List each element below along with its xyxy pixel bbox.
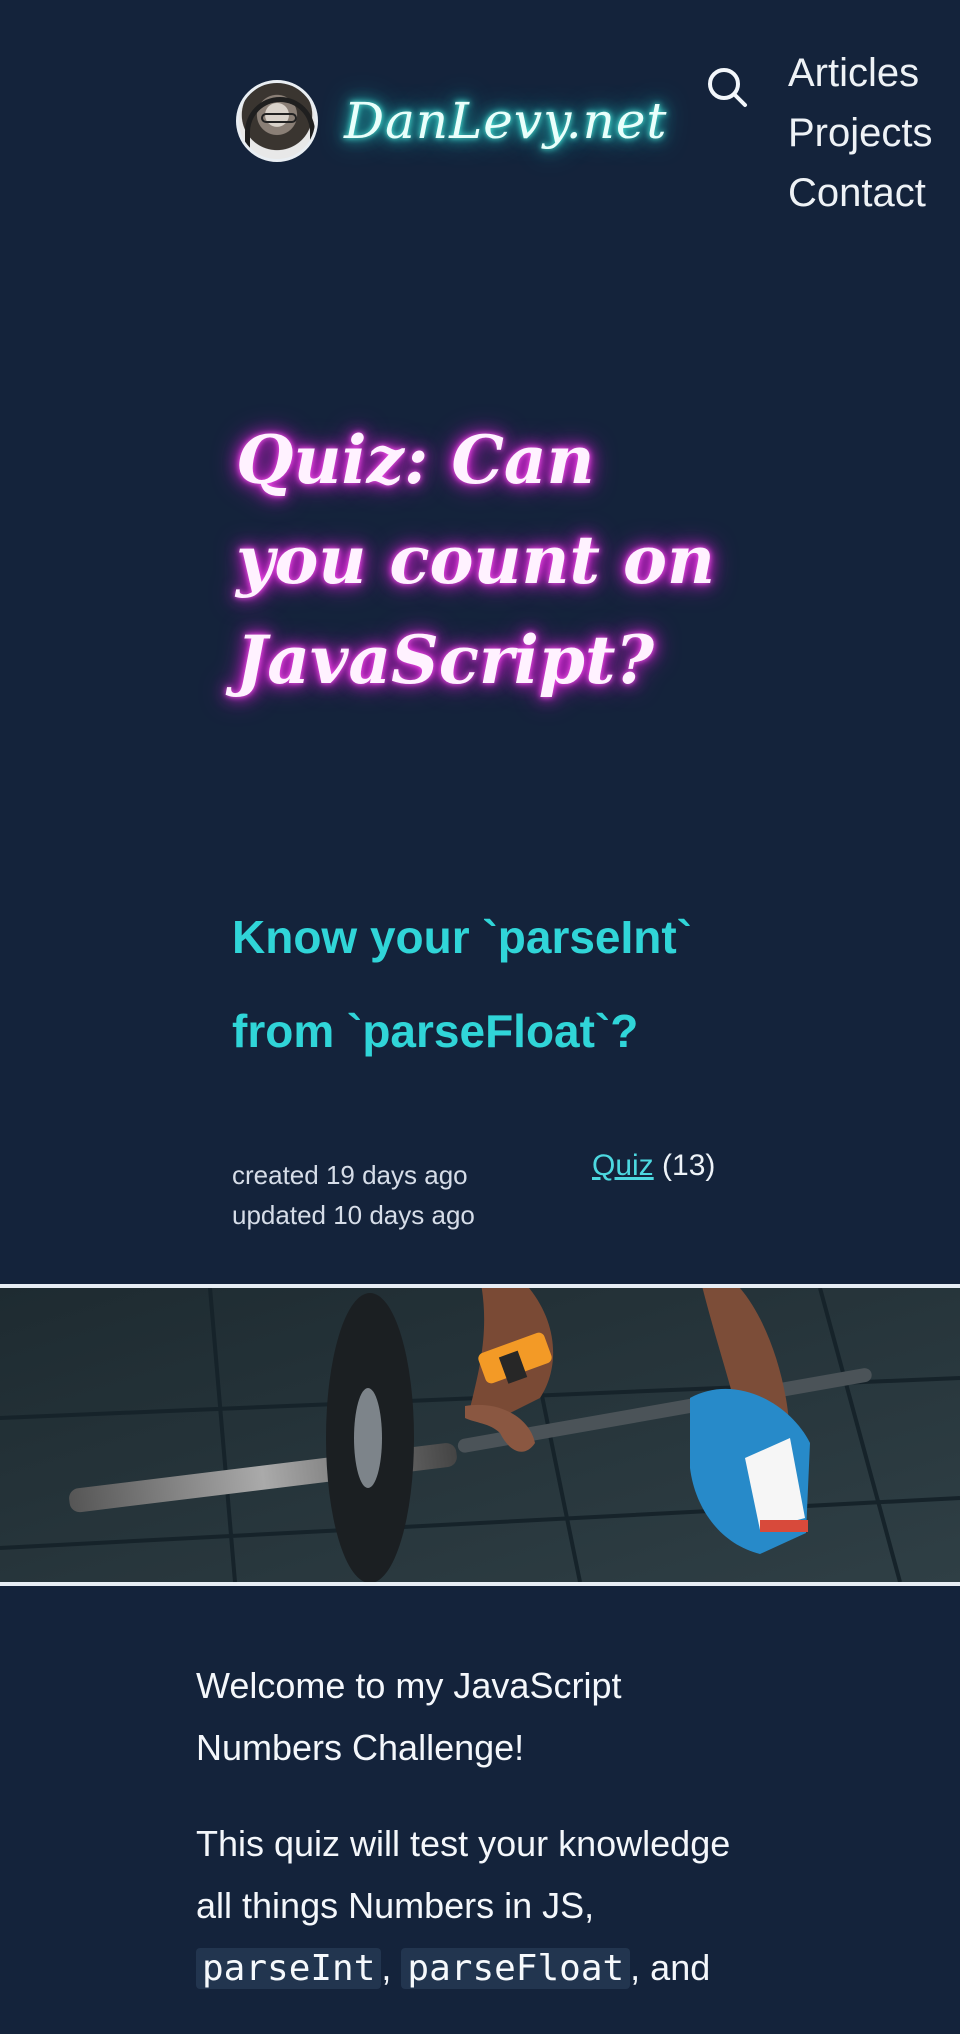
intro-line-1: Welcome to my JavaScript — [196, 1665, 622, 1706]
main-nav: Articles Projects Contact — [788, 48, 960, 218]
quiz-description: This quiz will test your knowledge all t… — [196, 1813, 776, 2000]
article-hero: Quiz: Can you count on JavaScript? — [236, 410, 756, 710]
nav-contact[interactable]: Contact — [788, 168, 960, 218]
subtitle-line-2: from `parseFloat`? — [232, 1005, 639, 1057]
tag-link[interactable]: Quiz — [592, 1149, 654, 1182]
nav-projects[interactable]: Projects — [788, 108, 960, 158]
intro-line-2: Numbers Challenge! — [196, 1727, 525, 1768]
avatar — [236, 80, 318, 162]
description-line-2: all things Numbers in JS, — [196, 1885, 595, 1926]
title-line-2: you count on — [236, 521, 715, 599]
code-separator-1: , — [381, 1947, 392, 1988]
site-name[interactable]: DanLevy.net — [344, 92, 668, 150]
subtitle-line-1: Know your `parseInt` — [232, 911, 693, 963]
title-line-3: JavaScript? — [236, 621, 655, 699]
glasses-detail — [261, 113, 297, 123]
search-icon — [708, 68, 747, 107]
intro-paragraph: Welcome to my JavaScript Numbers Challen… — [196, 1655, 776, 1779]
nav-articles[interactable]: Articles — [788, 48, 960, 98]
article-subtitle: Know your `parseInt` from `parseFloat`? — [232, 890, 792, 1078]
article-tags: Quiz (13) — [592, 1149, 715, 1183]
code-parseint: parseInt — [196, 1948, 382, 1989]
weightlifting-image — [0, 1288, 960, 1582]
description-line-1: This quiz will test your knowledge — [196, 1823, 731, 1864]
home-link[interactable]: DanLevy.net — [236, 80, 668, 162]
site-header: DanLevy.net Articles Projects Contact — [0, 0, 960, 240]
created-date: created 19 days ago — [232, 1160, 468, 1190]
search-button[interactable] — [704, 64, 752, 112]
updated-date: updated 10 days ago — [232, 1200, 475, 1230]
title-line-1: Quiz: Can — [236, 421, 595, 499]
code-parsefloat: parseFloat — [401, 1948, 631, 1989]
article-content: Welcome to my JavaScript Numbers Challen… — [196, 1655, 776, 2034]
code-separator-2: , and — [630, 1947, 711, 1988]
article-dates: created 19 days ago updated 10 days ago — [232, 1155, 512, 1235]
article-title: Quiz: Can you count on JavaScript? — [236, 410, 756, 710]
article-banner-image — [0, 1284, 960, 1586]
tag-count: (13) — [662, 1149, 716, 1182]
headphone-detail — [245, 97, 315, 157]
